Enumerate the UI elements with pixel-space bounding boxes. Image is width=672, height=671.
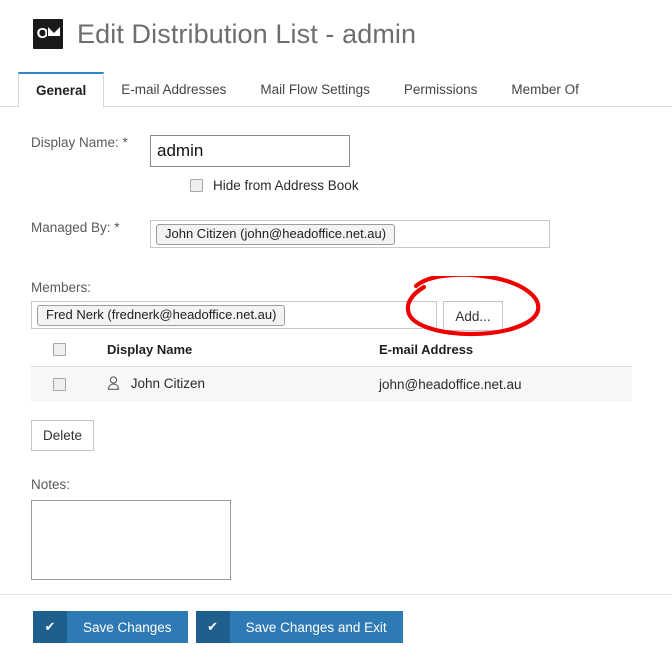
tab-general-label: General <box>36 83 87 98</box>
save-changes-and-exit-label: Save Changes and Exit <box>229 611 403 643</box>
row-display-name-cell: John Citizen <box>107 367 379 403</box>
display-name-label: Display Name: * <box>31 135 128 150</box>
outlook-icon: O <box>33 19 63 49</box>
save-changes-label: Save Changes <box>67 611 188 643</box>
members-input-row: Fred Nerk (frednerk@headoffice.net.au) A… <box>0 301 672 331</box>
hide-from-address-book-checkbox[interactable] <box>190 179 203 192</box>
managed-by-input[interactable]: John Citizen (john@headoffice.net.au) <box>150 220 550 248</box>
notes-section: Notes: <box>0 477 672 580</box>
tab-email-addresses-label: E-mail Addresses <box>121 82 227 97</box>
select-all-cell <box>31 342 107 367</box>
tab-email-addresses[interactable]: E-mail Addresses <box>104 72 243 107</box>
tab-permissions[interactable]: Permissions <box>387 72 495 107</box>
display-name-input[interactable] <box>150 135 350 167</box>
page-title: Edit Distribution List - admin <box>77 18 417 49</box>
select-all-checkbox[interactable] <box>53 343 66 356</box>
action-bar: ✔ Save Changes ✔ Save Changes and Exit <box>0 611 672 643</box>
hide-from-address-book-row[interactable]: Hide from Address Book <box>0 178 672 193</box>
table-header-row: Display Name E-mail Address <box>31 342 632 367</box>
tab-bar: General E-mail Addresses Mail Flow Setti… <box>0 72 672 108</box>
column-header-display-name: Display Name <box>107 342 193 357</box>
members-input[interactable]: Fred Nerk (frednerk@headoffice.net.au) <box>31 301 437 329</box>
tab-permissions-label: Permissions <box>403 82 478 97</box>
managed-by-label: Managed By: * <box>31 220 120 235</box>
add-button[interactable]: Add... <box>443 301 503 331</box>
hide-from-address-book-label: Hide from Address Book <box>213 178 359 193</box>
check-icon: ✔ <box>33 611 67 643</box>
tab-member-of[interactable]: Member Of <box>494 72 596 107</box>
save-changes-button[interactable]: ✔ Save Changes <box>33 611 188 643</box>
notes-label: Notes: <box>31 477 71 492</box>
save-changes-and-exit-button[interactable]: ✔ Save Changes and Exit <box>195 611 403 643</box>
outlook-icon-envelope <box>47 26 61 37</box>
general-form: Display Name: * Hide from Address Book M… <box>0 135 672 580</box>
tab-mail-flow-settings[interactable]: Mail Flow Settings <box>243 72 387 107</box>
delete-button[interactable]: Delete <box>31 420 94 451</box>
person-icon <box>107 376 120 393</box>
row-display-name-text: John Citizen <box>130 376 206 391</box>
footer: ✔ Save Changes ✔ Save Changes and Exit <box>0 594 672 643</box>
tab-member-of-label: Member Of <box>511 82 579 97</box>
members-section: Members: Fred Nerk (frednerk@headoffice.… <box>0 280 672 451</box>
column-header-email-address: E-mail Address <box>379 342 474 357</box>
members-label: Members: <box>31 280 92 295</box>
check-icon: ✔ <box>195 611 230 643</box>
managed-by-token[interactable]: John Citizen (john@headoffice.net.au) <box>156 223 396 245</box>
members-table: Display Name E-mail Address John Citizen… <box>31 342 632 402</box>
members-token[interactable]: Fred Nerk (frednerk@headoffice.net.au) <box>37 304 286 326</box>
row-select-checkbox[interactable] <box>53 378 66 391</box>
managed-by-row: Managed By: * John Citizen (john@headoff… <box>0 220 672 248</box>
notes-textarea[interactable] <box>31 500 231 580</box>
tab-mail-flow-settings-label: Mail Flow Settings <box>260 82 370 97</box>
row-email-cell: john@headoffice.net.au <box>379 377 522 392</box>
table-row[interactable]: John Citizen john@headoffice.net.au <box>31 366 632 403</box>
row-select-cell <box>31 367 107 403</box>
page-header: O Edit Distribution List - admin <box>0 0 672 52</box>
tab-general[interactable]: General <box>18 72 105 108</box>
display-name-row: Display Name: * <box>0 135 672 167</box>
